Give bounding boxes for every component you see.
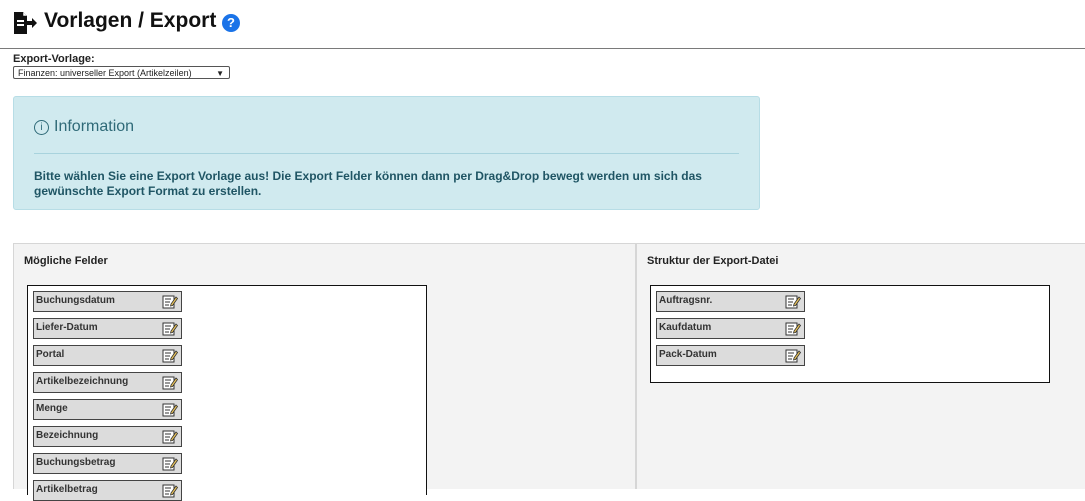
field-label: Artikelbetrag <box>36 484 98 495</box>
info-box: i Information Bitte wählen Sie eine Expor… <box>13 96 760 210</box>
field-item[interactable]: Menge <box>33 399 182 420</box>
info-icon: i <box>34 120 49 135</box>
edit-icon[interactable] <box>162 402 178 417</box>
export-structure-panel: Struktur der Export-Datei Auftragsnr. Ka… <box>636 243 1085 489</box>
export-template-value: Finanzen: universeller Export (Artikelze… <box>18 68 192 78</box>
field-item[interactable]: Portal <box>33 345 182 366</box>
edit-icon[interactable] <box>785 348 801 363</box>
edit-icon[interactable] <box>785 294 801 309</box>
info-message: Bitte wählen Sie eine Export Vorlage aus… <box>34 169 702 198</box>
available-fields-list[interactable]: Buchungsdatum Liefer-Datum Portal Artike… <box>27 285 427 501</box>
field-label: Pack-Datum <box>659 349 717 360</box>
edit-icon[interactable] <box>162 321 178 336</box>
field-label: Liefer-Datum <box>36 322 98 333</box>
edit-icon[interactable] <box>162 348 178 363</box>
field-label: Buchungsdatum <box>36 295 115 306</box>
edit-icon[interactable] <box>162 375 178 390</box>
info-heading: i Information <box>34 118 134 136</box>
export-structure-list[interactable]: Auftragsnr. Kaufdatum Pack-Datum <box>650 285 1050 383</box>
field-label: Auftragsnr. <box>659 295 713 306</box>
field-item[interactable]: Kaufdatum <box>656 318 805 339</box>
field-label: Artikelbezeichnung <box>36 376 129 387</box>
field-item[interactable]: Bezeichnung <box>33 426 182 447</box>
field-item[interactable]: Artikelbezeichnung <box>33 372 182 393</box>
info-heading-text: Information <box>54 118 135 135</box>
edit-icon[interactable] <box>162 429 178 444</box>
export-template-select[interactable]: Finanzen: universeller Export (Artikelze… <box>13 66 230 79</box>
export-document-icon <box>14 12 37 34</box>
edit-icon[interactable] <box>162 456 178 471</box>
field-item[interactable]: Liefer-Datum <box>33 318 182 339</box>
help-icon[interactable]: ? <box>222 14 240 32</box>
field-item[interactable]: Buchungsdatum <box>33 291 182 312</box>
field-label: Buchungsbetrag <box>36 457 116 468</box>
export-template-label: Export-Vorlage: <box>13 53 95 65</box>
field-label: Menge <box>36 403 68 414</box>
field-item[interactable]: Buchungsbetrag <box>33 453 182 474</box>
export-structure-title: Struktur der Export-Datei <box>647 255 779 267</box>
page-header: Vorlagen / Export ? <box>0 0 1085 49</box>
available-fields-panel: Mögliche Felder Buchungsdatum Liefer-Dat… <box>13 243 636 501</box>
edit-icon[interactable] <box>162 294 178 309</box>
field-item[interactable]: Auftragsnr. <box>656 291 805 312</box>
dropdown-arrow-icon: ▼ <box>216 69 224 78</box>
field-item[interactable]: Artikelbetrag <box>33 480 182 501</box>
field-label: Portal <box>36 349 65 360</box>
info-divider <box>34 153 739 154</box>
edit-icon[interactable] <box>785 321 801 336</box>
field-label: Bezeichnung <box>36 430 99 441</box>
field-label: Kaufdatum <box>659 322 712 333</box>
available-fields-title: Mögliche Felder <box>24 255 108 267</box>
edit-icon[interactable] <box>162 483 178 498</box>
page-title: Vorlagen / Export <box>44 9 217 32</box>
field-item[interactable]: Pack-Datum <box>656 345 805 366</box>
